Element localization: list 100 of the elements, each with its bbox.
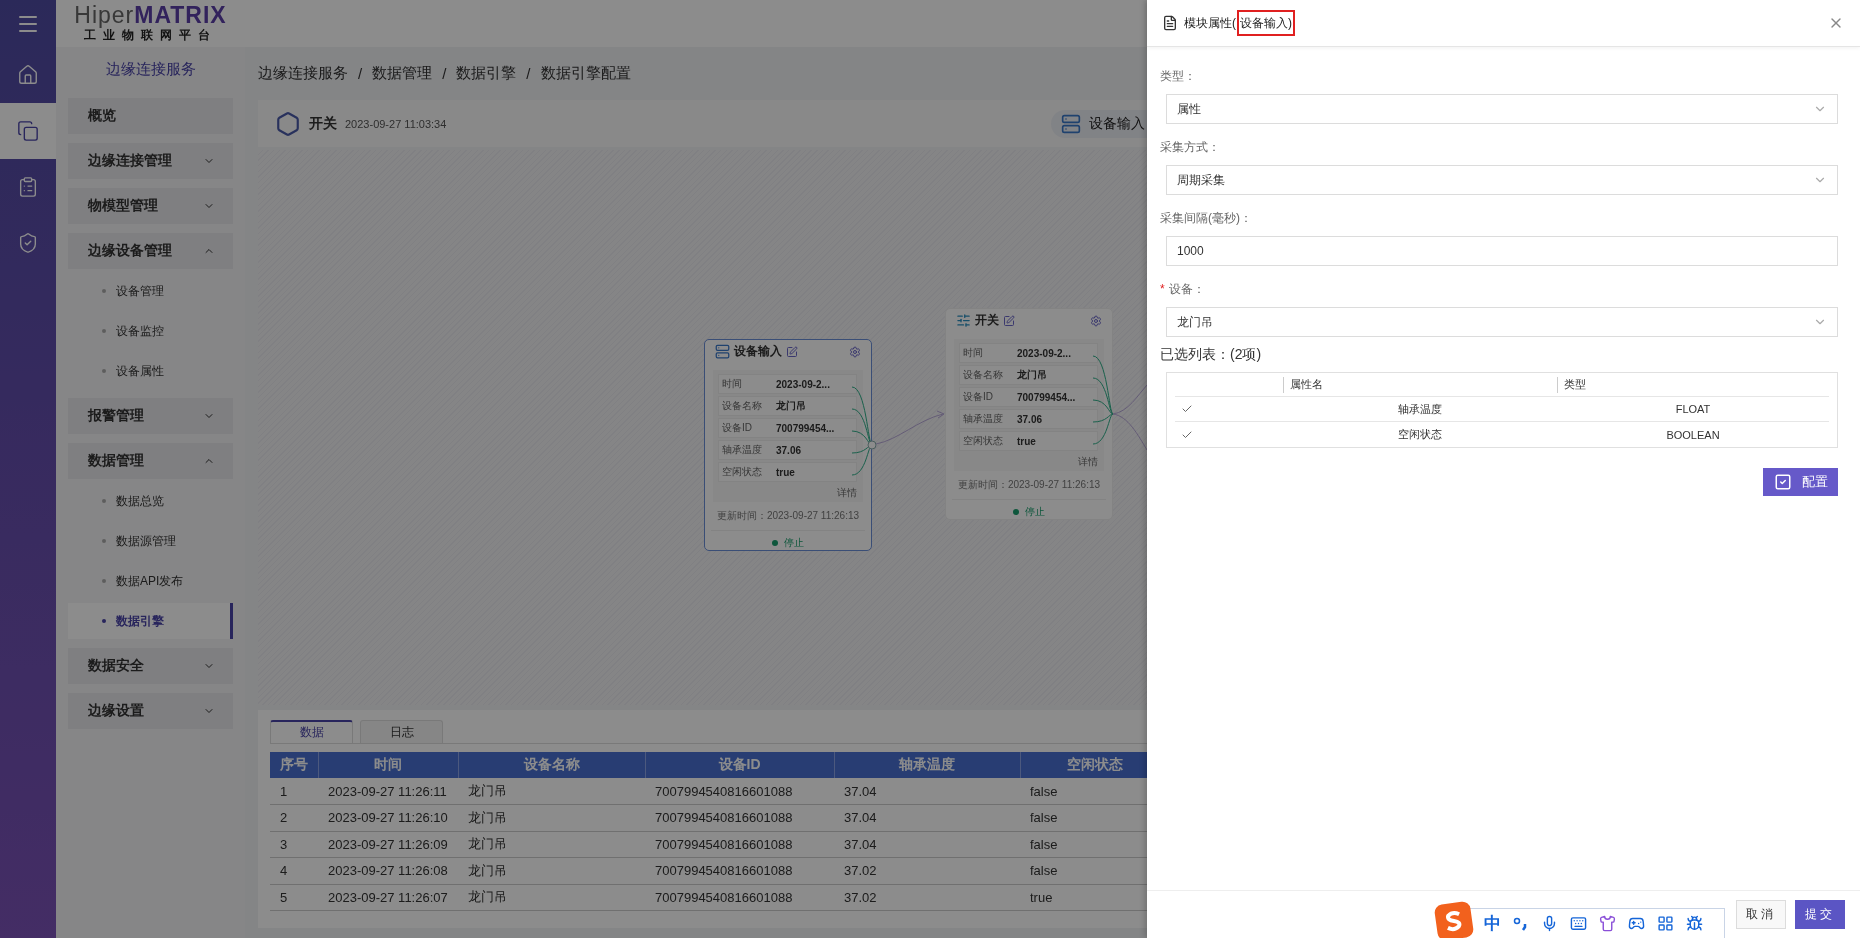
sidebar-label: 数据引擎 [116, 612, 164, 630]
table-cell: 37.02 [834, 857, 1020, 884]
sidebar-subitem[interactable]: 数据总览 [68, 483, 233, 519]
sidebar-label: 设备管理 [116, 282, 164, 300]
sidebar-label: 数据安全 [88, 657, 144, 675]
node-field: 设备ID 700799454... [718, 418, 857, 438]
node-card[interactable]: 设备输入 时间 2023-09-2... 设备名称 龙门吊 设备ID 700799454... 轴承温度 37.06 空闲状态 true 详情 更新时间：2023-09-27 11:26:13 停止 [704, 339, 872, 551]
sidebar-label: 边缘设置 [88, 702, 144, 720]
sidebar-subitem[interactable]: 数据API发布 [68, 563, 233, 599]
sidebar-item[interactable]: 边缘设置 [68, 693, 233, 729]
table-cell: 37.04 [834, 804, 1020, 831]
sidebar-item[interactable]: 物模型管理 [68, 188, 233, 224]
table-cell: 龙门吊 [458, 831, 645, 858]
ime-mode[interactable]: 中 [1484, 912, 1501, 935]
column-header: 时间 [318, 752, 458, 778]
select-field[interactable]: 周期采集 [1166, 165, 1838, 195]
node-field: 设备ID 700799454... [959, 387, 1098, 407]
table-cell: 7007994540816601088 [645, 778, 834, 805]
table-cell: 7007994540816601088 [645, 804, 834, 831]
table-cell: 2023-09-27 11:26:09 [318, 831, 458, 858]
column-header: 属性名 [1283, 376, 1557, 393]
detail-link[interactable]: 详情 [837, 484, 857, 502]
sidebar-label: 数据管理 [88, 452, 144, 470]
breadcrumb-separator: / [526, 65, 531, 82]
selected-list-title: 已选列表：(2项) [1160, 346, 1263, 364]
table-cell: 5 [270, 884, 318, 911]
table-cell: 龙门吊 [458, 804, 645, 831]
submit-button[interactable]: 提交 [1795, 900, 1845, 929]
sidebar-label: 数据源管理 [116, 532, 176, 550]
update-time: 更新时间：2023-09-27 11:26:13 [952, 471, 1106, 500]
breadcrumb-item[interactable]: 边缘连接服务 [258, 64, 348, 83]
node-field: 时间 2023-09-2... [718, 374, 857, 394]
column-header: 序号 [270, 752, 318, 778]
table-cell: 37.04 [834, 778, 1020, 805]
sidebar-label: 报警管理 [88, 407, 144, 425]
sidebar-label: 设备监控 [116, 322, 164, 340]
config-button[interactable]: 配置 [1763, 468, 1838, 496]
tab[interactable]: 数据 [270, 720, 353, 743]
sidebar-label: 概览 [88, 107, 116, 125]
sidebar-item[interactable]: 报警管理 [68, 398, 233, 434]
table-cell-text: 轴承温度 [1397, 401, 1443, 417]
sidebar-subitem[interactable]: 数据引擎 [68, 603, 233, 639]
logo-subtitle: 工业物联网平台 [84, 28, 217, 44]
table-cell: 7007994540816601088 [645, 831, 834, 858]
status-text: 停止 [784, 536, 804, 550]
sidebar-label: 边缘连接管理 [88, 152, 172, 170]
table-cell: 1 [270, 778, 318, 805]
tab[interactable]: 日志 [360, 720, 443, 743]
node-card[interactable]: 开关 时间 2023-09-2... 设备名称 龙门吊 设备ID 700799454... 轴承温度 37.06 空闲状态 true 详情 更新时间：2023-09-27 11:26:13 停止 [945, 308, 1113, 520]
breadcrumb-item[interactable]: 数据引擎配置 [540, 64, 631, 83]
node-field: 设备名称 龙门吊 [959, 365, 1098, 385]
table-cell: 龙门吊 [458, 884, 645, 911]
field-label: 采集间隔(毫秒)： [1160, 209, 1252, 227]
breadcrumb-item[interactable]: 数据引擎 [456, 64, 517, 83]
module-button[interactable]: 设备输入 [1051, 109, 1147, 138]
sidebar-label: 设备属性 [116, 362, 164, 380]
table-cell-text: BOOLEAN [1665, 428, 1721, 441]
sidebar-label: 数据API发布 [116, 572, 184, 590]
field-label: 设备： [1168, 280, 1205, 298]
sidebar-subitem[interactable]: 数据源管理 [68, 523, 233, 559]
select-field[interactable]: 龙门吊 [1166, 307, 1838, 337]
table-cell: 龙门吊 [458, 778, 645, 805]
node-field: 空闲状态 true [718, 462, 857, 482]
flow-title: 开关 [309, 114, 337, 133]
sidebar-item[interactable]: 边缘设备管理 [68, 233, 233, 269]
table-cell: 龙门吊 [458, 857, 645, 884]
input-field[interactable]: 1000 [1166, 236, 1838, 266]
breadcrumb-item[interactable]: 数据管理 [372, 64, 433, 83]
sidebar-item[interactable]: 数据安全 [68, 648, 233, 684]
table-cell-text: FLOAT [1674, 403, 1712, 415]
column-header: 设备ID [645, 752, 834, 778]
column-header: 空闲状态 [1020, 752, 1147, 778]
breadcrumb-separator: / [442, 65, 447, 82]
sidebar-label: 数据总览 [116, 492, 164, 510]
node-title: 设备输入 [734, 343, 782, 360]
column-header: 设备名称 [458, 752, 645, 778]
sidebar-item[interactable]: 概览 [68, 98, 233, 134]
sidebar-subitem[interactable]: 设备监控 [68, 313, 233, 349]
table-cell-text: 空闲状态 [1397, 427, 1443, 442]
sidebar-title: 边缘连接服务 [104, 58, 197, 79]
table-cell: 4 [270, 857, 318, 884]
table-cell: 3 [270, 831, 318, 858]
cancel-button[interactable]: 取消 [1736, 900, 1786, 929]
table-cell: 2 [270, 804, 318, 831]
flow-time: 2023-09-27 11:03:34 [345, 117, 447, 130]
table-cell: 2023-09-27 11:26:10 [318, 804, 458, 831]
sidebar-label: 物模型管理 [88, 197, 158, 215]
detail-link[interactable]: 详情 [1078, 453, 1098, 471]
column-header: 轴承温度 [834, 752, 1020, 778]
sidebar-subitem[interactable]: 设备属性 [68, 353, 233, 389]
node-field: 轴承温度 37.06 [718, 440, 857, 460]
node-field: 设备名称 龙门吊 [718, 396, 857, 416]
sidebar-item[interactable]: 边缘连接管理 [68, 143, 233, 179]
table-cell: 37.04 [834, 831, 1020, 858]
field-label: 采集方式： [1160, 138, 1220, 156]
sidebar-item[interactable]: 数据管理 [68, 443, 233, 479]
sidebar-subitem[interactable]: 设备管理 [68, 273, 233, 309]
select-field[interactable]: 属性 [1166, 94, 1838, 124]
table-cell: 2023-09-27 11:26:11 [318, 778, 458, 805]
table-cell: 2023-09-27 11:26:07 [318, 884, 458, 911]
